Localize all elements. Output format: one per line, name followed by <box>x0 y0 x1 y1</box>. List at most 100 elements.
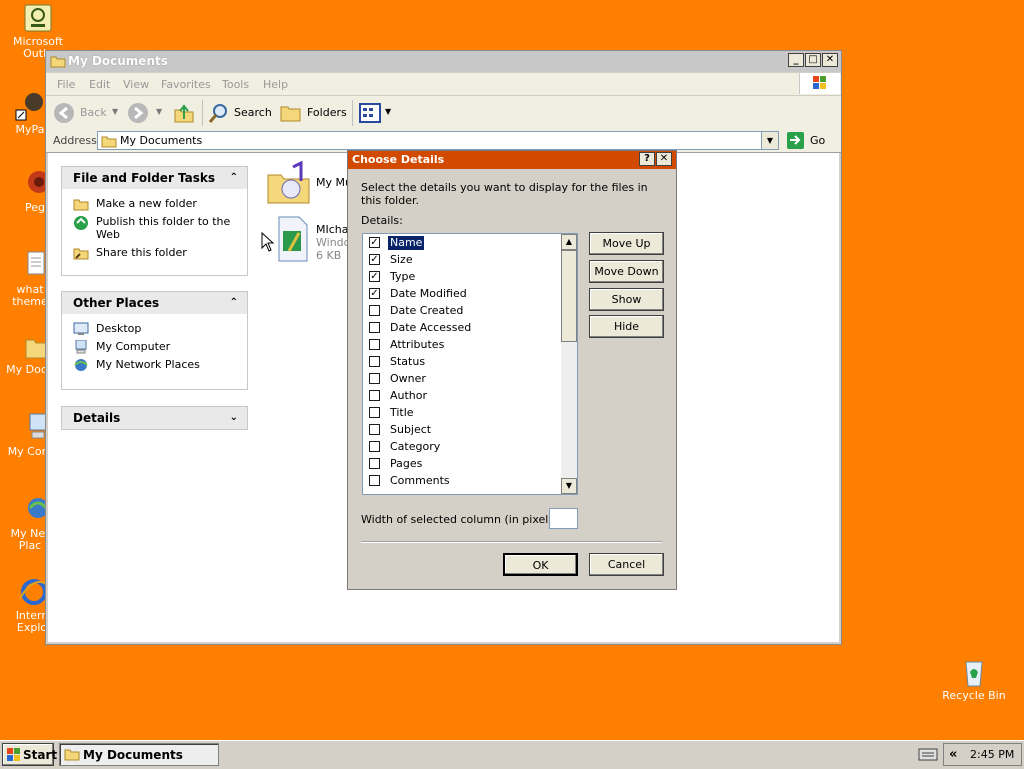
detail-row-pages[interactable]: Pages <box>369 456 559 473</box>
detail-row-name[interactable]: ✓ Name <box>369 235 559 252</box>
desktop-icon-recycle-bin[interactable]: Recycle Bin <box>934 656 1014 702</box>
go-button[interactable]: Go <box>786 131 832 150</box>
search-label: Search <box>234 106 272 119</box>
desktop-link[interactable]: Desktop <box>62 322 247 335</box>
checkbox-pages[interactable] <box>369 458 380 469</box>
menu-help[interactable]: Help <box>263 78 288 91</box>
folders-label: Folders <box>307 106 347 119</box>
share-folder-link[interactable]: Share this folder <box>62 246 247 260</box>
minimize-button[interactable]: _ <box>788 53 804 67</box>
other-places-header[interactable]: Other Places ⌃ <box>62 292 247 314</box>
publish-folder-link[interactable]: Publish this folder to the Web <box>62 215 247 241</box>
music-folder-icon <box>265 159 311 208</box>
detail-row-author[interactable]: Author <box>369 388 559 405</box>
detail-row-subject[interactable]: Subject <box>369 422 559 439</box>
checkbox-name[interactable]: ✓ <box>369 237 380 248</box>
detail-row-category[interactable]: Category <box>369 439 559 456</box>
detail-row-attributes[interactable]: Attributes <box>369 337 559 354</box>
scroll-thumb[interactable] <box>561 250 577 342</box>
dialog-close-button[interactable]: ✕ <box>656 152 672 166</box>
cancel-button[interactable]: Cancel <box>589 553 664 576</box>
checkbox-title[interactable] <box>369 407 380 418</box>
checkbox-owner[interactable] <box>369 373 380 384</box>
address-input[interactable]: My Documents ▼ <box>97 131 779 150</box>
keyboard-icon[interactable] <box>918 747 938 764</box>
up-folder-button[interactable] <box>172 101 196 125</box>
folders-button[interactable]: Folders <box>280 101 347 125</box>
choose-details-dialog[interactable]: Choose Details ? ✕ Select the details yo… <box>347 150 677 590</box>
folder-icon <box>50 54 66 71</box>
detail-row-date-accessed[interactable]: Date Accessed <box>369 320 559 337</box>
views-button[interactable]: ▼ <box>359 102 393 124</box>
detail-label: Date Accessed <box>390 321 472 334</box>
menu-bar: File Edit View Favorites Tools Help <box>46 73 841 96</box>
detail-label: Pages <box>390 457 423 470</box>
back-button[interactable]: Back ▼ <box>52 101 122 125</box>
checkbox-comments[interactable] <box>369 475 380 486</box>
search-button[interactable]: Search <box>208 101 272 125</box>
file-item-document[interactable]: MIchae Windo 6 KB <box>265 213 355 267</box>
clock[interactable]: 2:45 PM <box>970 748 1014 761</box>
menu-edit[interactable]: Edit <box>89 78 110 91</box>
dialog-titlebar[interactable]: Choose Details ? ✕ <box>348 151 676 169</box>
file-item-my-music[interactable]: My Mu <box>265 159 355 209</box>
column-width-input[interactable] <box>549 508 578 529</box>
my-computer-link[interactable]: My Computer <box>62 339 247 354</box>
detail-row-date-created[interactable]: Date Created <box>369 303 559 320</box>
detail-row-type[interactable]: ✓ Type <box>369 269 559 286</box>
checkbox-date-modified[interactable]: ✓ <box>369 288 380 299</box>
forward-button[interactable]: ▼ <box>126 101 164 125</box>
window-titlebar[interactable]: My Documents _ □ ✕ <box>46 51 841 72</box>
checkbox-subject[interactable] <box>369 424 380 435</box>
checkbox-attributes[interactable] <box>369 339 380 350</box>
checkbox-date-accessed[interactable] <box>369 322 380 333</box>
collapse-icon[interactable]: ⌃ <box>230 167 238 189</box>
close-button[interactable]: ✕ <box>822 53 838 67</box>
maximize-button[interactable]: □ <box>805 53 821 67</box>
checkbox-date-created[interactable] <box>369 305 380 316</box>
checkbox-category[interactable] <box>369 441 380 452</box>
windows-logo-icon <box>7 748 21 765</box>
details-listbox[interactable]: ✓ Name ✓ Size ✓ Type ✓ Date Modified Date Cr… <box>362 233 578 495</box>
file-folder-tasks-header[interactable]: File and Folder Tasks ⌃ <box>62 167 247 189</box>
my-network-places-link[interactable]: My Network Places <box>62 358 247 371</box>
menu-tools[interactable]: Tools <box>222 78 249 91</box>
ok-button[interactable]: OK <box>503 553 578 576</box>
detail-label: Status <box>390 355 426 368</box>
chevron-down-icon: ▼ <box>112 107 119 116</box>
taskbar-task-my-documents[interactable]: My Documents <box>59 743 219 766</box>
listbox-scrollbar[interactable]: ▲ ▼ <box>561 234 577 494</box>
move-up-button[interactable]: Move Up <box>589 232 664 255</box>
details-header[interactable]: Details ⌄ <box>62 407 247 429</box>
network-icon <box>73 358 89 372</box>
toolbar: Back ▼ ▼ Search Folders ▼ <box>46 96 841 131</box>
start-button[interactable]: Start <box>2 743 57 766</box>
menu-view[interactable]: View <box>123 78 149 91</box>
tray-expand-button[interactable]: « <box>949 747 957 762</box>
move-down-button[interactable]: Move Down <box>589 260 664 283</box>
scroll-up-arrow-icon[interactable]: ▲ <box>561 234 577 250</box>
detail-row-date-modified[interactable]: ✓ Date Modified <box>369 286 559 303</box>
address-dropdown-button[interactable]: ▼ <box>761 132 778 149</box>
back-arrow-icon <box>52 101 76 128</box>
checkbox-status[interactable] <box>369 356 380 367</box>
hide-button[interactable]: Hide <box>589 315 664 338</box>
detail-row-size[interactable]: ✓ Size <box>369 252 559 269</box>
make-new-folder-link[interactable]: Make a new folder <box>62 197 247 211</box>
detail-row-title[interactable]: Title <box>369 405 559 422</box>
menu-file[interactable]: File <box>57 78 75 91</box>
detail-row-comments[interactable]: Comments <box>369 473 559 490</box>
scroll-down-arrow-icon[interactable]: ▼ <box>561 478 577 494</box>
menu-favorites[interactable]: Favorites <box>161 78 211 91</box>
checkbox-size[interactable]: ✓ <box>369 254 380 265</box>
help-button[interactable]: ? <box>639 152 655 166</box>
show-button[interactable]: Show <box>589 288 664 311</box>
checkbox-author[interactable] <box>369 390 380 401</box>
detail-row-status[interactable]: Status <box>369 354 559 371</box>
detail-row-owner[interactable]: Owner <box>369 371 559 388</box>
file-size: 6 KB <box>316 249 342 262</box>
checkbox-type[interactable]: ✓ <box>369 271 380 282</box>
place-label: My Computer <box>96 340 171 353</box>
expand-icon[interactable]: ⌄ <box>230 407 238 429</box>
collapse-icon[interactable]: ⌃ <box>230 292 238 314</box>
